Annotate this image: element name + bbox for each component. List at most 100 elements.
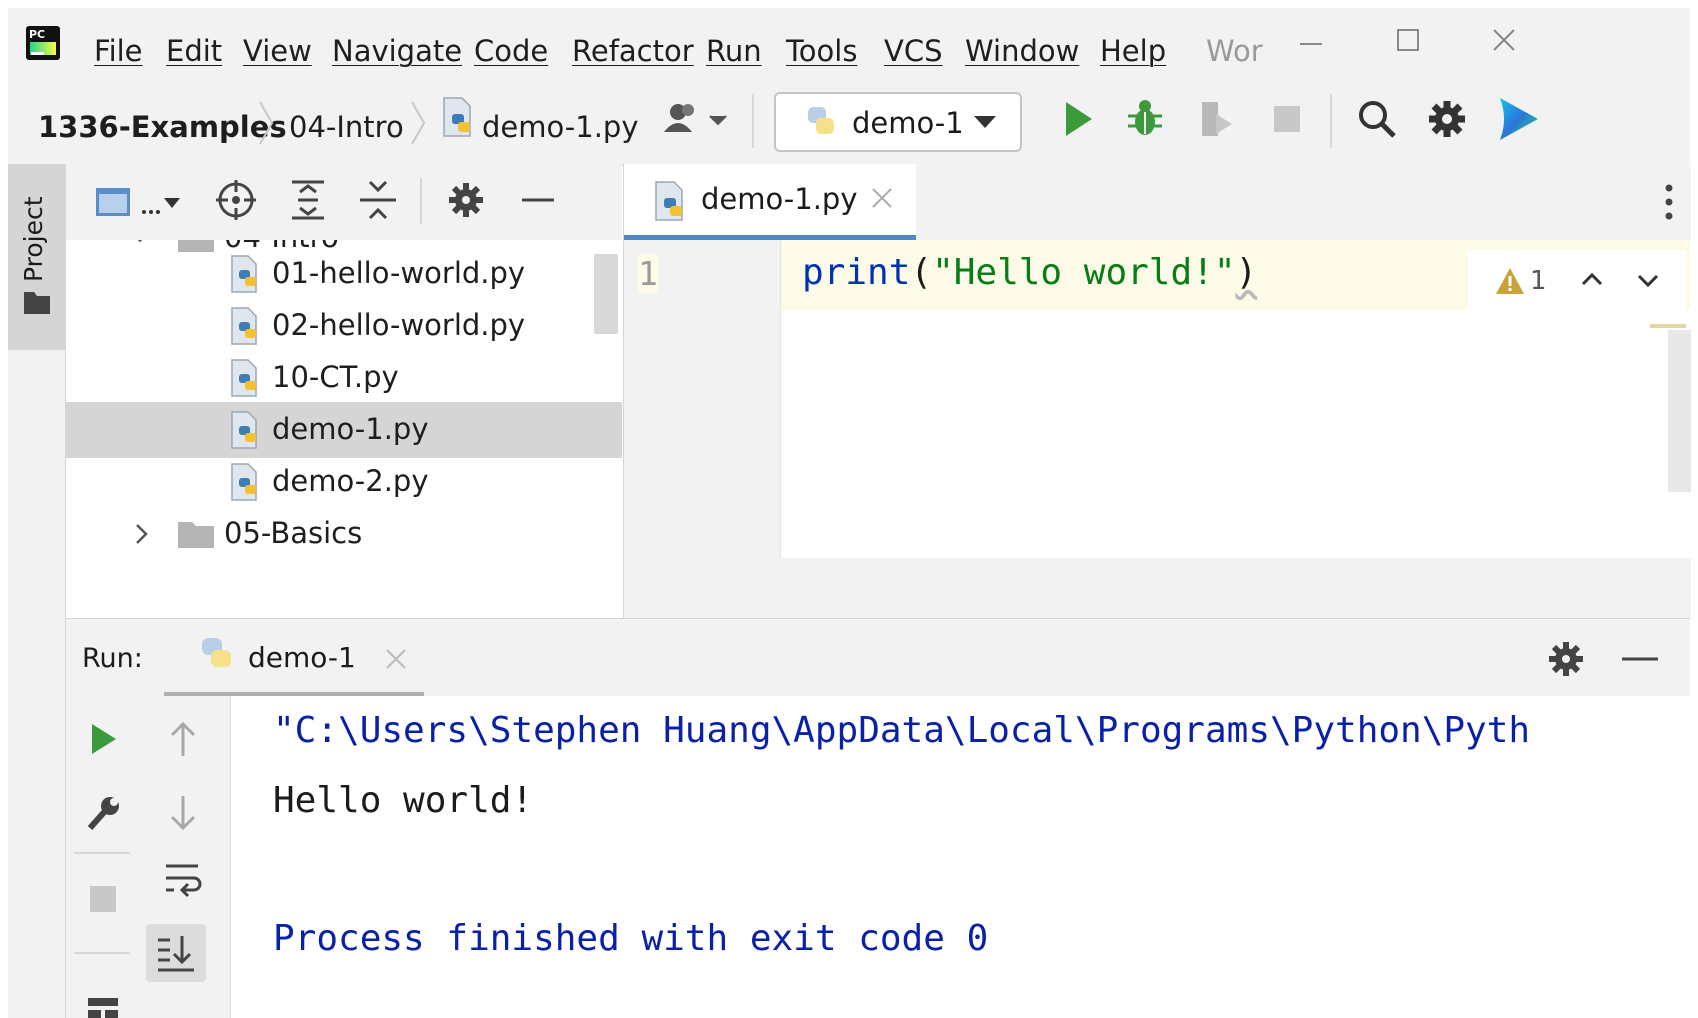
modify-run-config-button[interactable] (80, 790, 126, 836)
menu-refactor[interactable]: Refactor (572, 34, 694, 68)
menu-navigate[interactable]: Navigate (332, 34, 462, 68)
scroll-up-button[interactable] (160, 716, 206, 762)
close-tab-icon[interactable] (870, 186, 894, 210)
scroll-to-end-button[interactable] (146, 924, 206, 982)
next-highlight-icon[interactable] (1634, 266, 1662, 294)
layout-icon (88, 998, 118, 1018)
stop-run-button[interactable] (80, 876, 126, 922)
code-with-me-icon (1500, 98, 1538, 140)
more-vertical-icon (1665, 184, 1673, 220)
breadcrumb-folder[interactable]: 04-Intro (289, 110, 404, 144)
menu-vcs[interactable]: VCS (884, 34, 943, 68)
menu-file[interactable]: File (94, 34, 143, 68)
settings-button[interactable] (1422, 94, 1472, 144)
editor-tab[interactable]: demo-1.py (624, 164, 916, 240)
tree-folder-row[interactable]: 05-Basics (66, 506, 596, 562)
editor-tab-menu-button[interactable] (1654, 178, 1684, 228)
project-tool-button[interactable]: Project (8, 164, 65, 350)
run-with-coverage-button[interactable] (1192, 94, 1238, 144)
project-scrollbar-thumb[interactable] (594, 254, 618, 334)
view-selector[interactable] (94, 182, 194, 222)
hide-panel-button[interactable] (516, 178, 560, 222)
error-stripe-mark[interactable] (1650, 324, 1686, 328)
tree-file-row[interactable]: demo-2.py (66, 454, 596, 510)
breadcrumb-separator-icon (411, 101, 426, 145)
code-editor[interactable]: 1 print("Hello world!") 1 (623, 240, 1691, 558)
run-panel-header: Run: demo-1 (66, 618, 1690, 698)
soft-wrap-button[interactable] (160, 856, 206, 902)
run-panel-options-button[interactable] (1544, 637, 1588, 681)
tree-folder-label: 05-Basics (224, 516, 363, 550)
editor-tab-bar: demo-1.py (623, 164, 1691, 241)
soft-wrap-icon (166, 864, 202, 898)
rerun-button[interactable] (80, 716, 126, 762)
bug-icon (1128, 100, 1162, 135)
editor-scrollbar-thumb[interactable] (1668, 330, 1691, 492)
vcs-user-button[interactable] (656, 96, 736, 146)
tree-file-label: 02-hello-world.py (272, 308, 526, 342)
close-window-button[interactable] (1484, 22, 1524, 62)
run-panel-label: Run: (82, 643, 143, 674)
stop-button[interactable] (1264, 94, 1310, 144)
editor-empty-area (623, 558, 1691, 618)
crosshair-icon (216, 180, 256, 220)
previous-highlight-icon[interactable] (1578, 266, 1606, 294)
stop-icon (90, 886, 116, 912)
tree-file-row[interactable]: 10-CT.py (66, 350, 596, 406)
line-number: 1 (638, 254, 658, 293)
python-file-icon (231, 463, 257, 501)
chevron-right-icon (136, 524, 148, 544)
menu-code[interactable]: Code (474, 34, 548, 68)
jetbrains-toolbox-button[interactable] (1492, 92, 1546, 146)
search-icon (1359, 101, 1396, 138)
minus-icon (522, 198, 554, 202)
coverage-icon (1202, 102, 1232, 136)
maximize-icon (1397, 29, 1419, 51)
hide-run-panel-button[interactable] (1618, 637, 1662, 681)
tree-file-row-selected[interactable]: demo-1.py (66, 402, 622, 458)
layout-button[interactable] (80, 986, 126, 1018)
scroll-down-button[interactable] (160, 790, 206, 836)
play-icon (1066, 102, 1092, 136)
menu-edit[interactable]: Edit (166, 34, 222, 68)
run-button[interactable] (1054, 94, 1100, 144)
breadcrumb-file[interactable]: demo-1.py (482, 110, 638, 144)
run-tab[interactable]: demo-1 (164, 619, 424, 697)
menu-window[interactable]: Window (965, 34, 1079, 68)
tree-file-row[interactable]: 01-hello-world.py (66, 246, 596, 302)
project-tool-label: Project (19, 196, 48, 282)
console-output[interactable]: "C:\Users\Stephen Huang\AppData\Local\Pr… (231, 696, 1690, 1018)
arrow-up-icon (170, 721, 196, 756)
project-tree: 04-Intro 01-hello-world.py 02-hello-worl… (66, 240, 622, 618)
menu-help[interactable]: Help (1100, 34, 1166, 68)
menu-tools[interactable]: Tools (786, 34, 857, 68)
run-tab-label: demo-1 (248, 641, 356, 674)
code-paren-open: ( (910, 252, 933, 293)
inspection-widget[interactable]: 1 (1468, 250, 1686, 310)
minimize-icon (1300, 43, 1322, 45)
search-everywhere-button[interactable] (1352, 94, 1402, 144)
python-file-icon (655, 181, 683, 221)
window-title: Wor (1206, 34, 1263, 68)
navigation-toolbar: 1336-Examples 04-Intro demo-1.py demo-1 (8, 80, 1690, 165)
menu-run[interactable]: Run (706, 34, 762, 68)
warning-icon (1496, 268, 1524, 294)
expand-all-button[interactable] (286, 178, 330, 222)
close-tab-icon[interactable] (384, 647, 408, 671)
menu-view[interactable]: View (243, 34, 312, 68)
project-options-button[interactable] (444, 178, 488, 222)
tool-window-stripe: Project (8, 164, 66, 1018)
minimize-button[interactable] (1292, 28, 1332, 68)
run-config-selector[interactable]: demo-1 (774, 92, 1022, 152)
breadcrumb-project[interactable]: 1336-Examples (38, 110, 287, 144)
locate-file-button[interactable] (214, 178, 258, 222)
debug-button[interactable] (1122, 94, 1168, 144)
collapse-all-button[interactable] (356, 178, 400, 222)
python-file-icon (231, 359, 257, 397)
app-logo-text: PC (29, 28, 46, 41)
run-config-name: demo-1 (852, 106, 964, 140)
maximize-button[interactable] (1388, 24, 1428, 64)
tree-file-row[interactable]: 02-hello-world.py (66, 298, 596, 354)
python-icon (808, 107, 834, 134)
stop-icon (1274, 106, 1300, 132)
